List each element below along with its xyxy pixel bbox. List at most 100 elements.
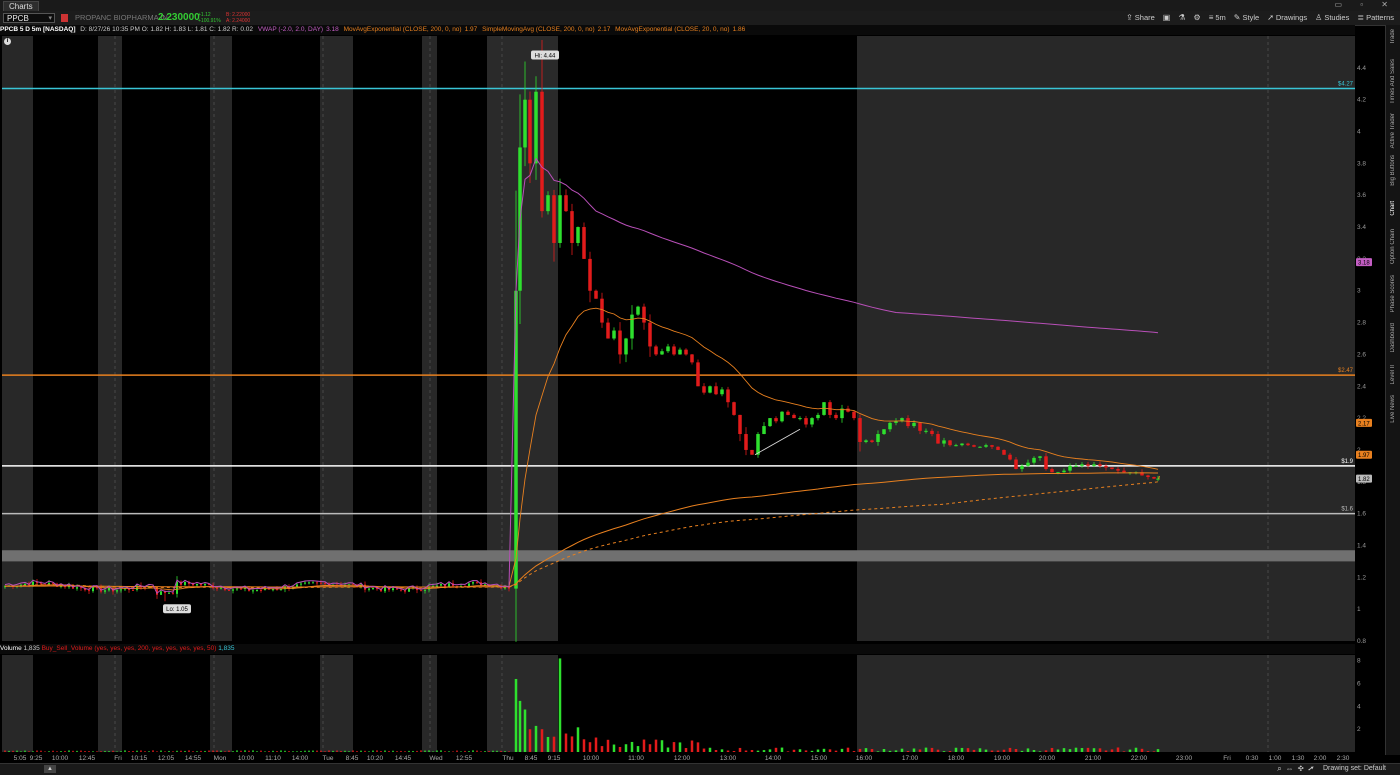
sidebar-tab-big-buttons[interactable]: Big Buttons bbox=[1387, 155, 1399, 186]
candle-body bbox=[196, 583, 198, 586]
candle-body bbox=[834, 414, 838, 419]
price-tick: 1 bbox=[1357, 606, 1361, 613]
candle-body bbox=[1092, 464, 1096, 466]
volume-bar bbox=[726, 750, 730, 752]
time-tick: 12:45 bbox=[79, 755, 96, 762]
sidebar-tab-phase-scores[interactable]: Phase Scores bbox=[1387, 275, 1399, 312]
price-level-label: $2.47 bbox=[1338, 368, 1354, 374]
candle-body bbox=[420, 590, 422, 592]
volume-bar bbox=[448, 751, 450, 752]
volume-bar bbox=[276, 751, 278, 752]
time-tick: Fri bbox=[1223, 755, 1231, 762]
sidebar-tab-option-chain[interactable]: Option Chain bbox=[1387, 229, 1399, 264]
candle-body bbox=[468, 583, 470, 587]
sidebar-tab-live-news[interactable]: Live News bbox=[1387, 395, 1399, 423]
candle-body bbox=[1098, 464, 1102, 466]
candle-body bbox=[316, 582, 318, 584]
price-level-label: $1.6 bbox=[1341, 507, 1353, 513]
session-shade bbox=[98, 655, 122, 752]
sidebar-tab-active-trader[interactable]: Active Trader bbox=[1387, 113, 1399, 148]
session-shade bbox=[210, 655, 232, 752]
candle-body bbox=[1014, 459, 1018, 470]
candle-body bbox=[912, 422, 916, 427]
volume-bar bbox=[1128, 749, 1132, 752]
volume-bar bbox=[558, 658, 562, 752]
candle-body bbox=[654, 346, 658, 355]
volume-bar bbox=[400, 750, 402, 752]
candle-body bbox=[76, 587, 78, 589]
candle-body bbox=[714, 386, 718, 395]
time-tick: 14:00 bbox=[765, 755, 782, 762]
volume-bar bbox=[858, 748, 862, 752]
volume-bar bbox=[184, 750, 186, 752]
expand-icon[interactable]: ▲ bbox=[44, 765, 56, 773]
volume-bar bbox=[582, 739, 586, 752]
time-tick: 1:00 bbox=[1269, 755, 1282, 762]
volume-bar bbox=[624, 744, 628, 752]
volume-bar bbox=[36, 750, 38, 752]
candle-body bbox=[1080, 464, 1084, 466]
volume-bar bbox=[212, 750, 214, 752]
candle-body bbox=[1086, 464, 1090, 466]
volume-bar bbox=[460, 751, 462, 752]
candle-body bbox=[276, 589, 278, 591]
volume-bar bbox=[176, 750, 178, 752]
candle-body bbox=[392, 588, 394, 591]
volume-bar bbox=[168, 750, 170, 752]
candle-body bbox=[558, 195, 562, 243]
volume-bar bbox=[738, 747, 742, 752]
price-badge-label: 1.97 bbox=[1358, 453, 1370, 459]
candle-body bbox=[324, 583, 326, 585]
volume-bar bbox=[128, 751, 130, 752]
volume-bar bbox=[204, 750, 206, 752]
volume-bar bbox=[822, 748, 826, 752]
volume-bar bbox=[432, 751, 434, 752]
candle-body bbox=[642, 306, 646, 323]
volume-bar bbox=[708, 747, 712, 752]
sidebar-tab-chart[interactable]: Chart bbox=[1387, 201, 1399, 216]
sidebar-tab-trade[interactable]: Trade bbox=[1387, 29, 1399, 44]
candle-body bbox=[1032, 457, 1036, 463]
volume-bar bbox=[1140, 748, 1144, 752]
volume-header: Volume 1,835 Buy_Sell_Volume (yes, yes, … bbox=[0, 644, 1355, 654]
volume-bar bbox=[906, 750, 910, 752]
sidebar-tab-dashboard[interactable]: Dashboard bbox=[1387, 323, 1399, 352]
candle-body bbox=[280, 589, 282, 591]
volume-bar bbox=[546, 736, 550, 752]
volume-tick: 6 bbox=[1357, 681, 1361, 688]
session-shade bbox=[422, 655, 437, 752]
buy-sell-volume-value: 1,835 bbox=[218, 645, 235, 652]
volume-bar bbox=[356, 751, 358, 752]
info-icon[interactable]: i bbox=[4, 38, 11, 45]
time-tick: 23:00 bbox=[1176, 755, 1193, 762]
time-tick: 17:00 bbox=[902, 755, 919, 762]
volume-bar bbox=[284, 750, 286, 752]
volume-bar bbox=[216, 750, 218, 752]
drawing-set[interactable]: Drawing set: Default bbox=[1323, 765, 1386, 772]
volume-bar bbox=[888, 750, 892, 752]
volume-bar bbox=[714, 750, 718, 752]
candle-body bbox=[762, 426, 766, 435]
candle-body bbox=[660, 351, 664, 355]
volume-bar bbox=[396, 751, 398, 752]
candle-body bbox=[1020, 465, 1024, 470]
price-tick: 3 bbox=[1357, 288, 1361, 295]
zoom-tools[interactable]: ⌕⇔✥➚ bbox=[1277, 764, 1318, 774]
buy-sell-volume-study[interactable]: Buy_Sell_Volume (yes, yes, yes, 200, yes… bbox=[42, 645, 217, 652]
volume-bar bbox=[846, 747, 850, 752]
candle-body bbox=[954, 445, 958, 447]
volume-bar bbox=[260, 750, 262, 752]
volume-bar bbox=[272, 750, 274, 752]
volume-bar bbox=[488, 751, 490, 752]
volume-bar bbox=[636, 746, 640, 752]
candle-body bbox=[576, 227, 580, 243]
candle-body bbox=[732, 402, 736, 415]
time-tick: 16:00 bbox=[856, 755, 873, 762]
sidebar-tab-times-and-sales[interactable]: Times And Sales bbox=[1387, 59, 1399, 104]
time-tick: 8:45 bbox=[525, 755, 538, 762]
volume-bar bbox=[1152, 751, 1156, 752]
sidebar-tab-level-ii[interactable]: Level II bbox=[1387, 365, 1399, 384]
candle-body bbox=[708, 386, 712, 393]
volume-bar bbox=[308, 750, 310, 752]
candle-body bbox=[160, 591, 162, 595]
